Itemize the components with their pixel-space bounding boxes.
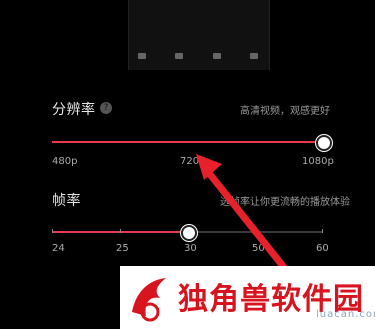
arrow-shaft — [201, 164, 294, 279]
watermark-banner: 独角兽软件园 luacan.com — [120, 266, 375, 329]
unicorn-logo-icon — [132, 278, 166, 322]
watermark-url: luacan.com — [316, 309, 375, 320]
